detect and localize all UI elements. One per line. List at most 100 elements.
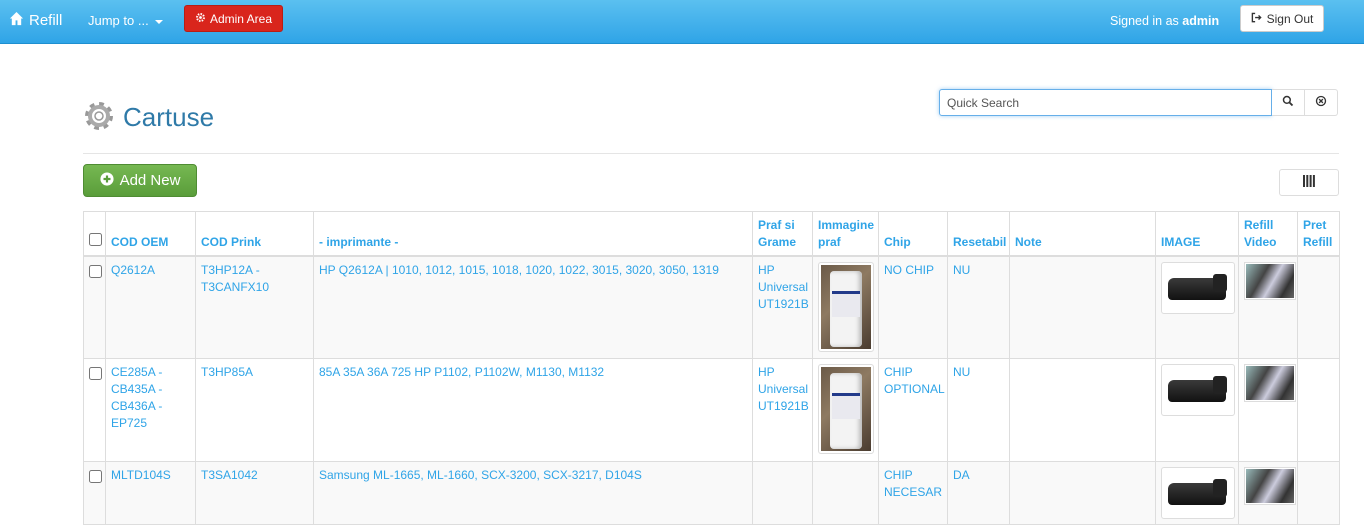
cell-text: HP — [758, 365, 775, 379]
resetabil-cell[interactable]: NU — [947, 255, 1010, 359]
header-immagine-praf[interactable]: Immagine praf — [812, 211, 879, 257]
toner-cartridge-image[interactable] — [1161, 364, 1235, 416]
header-imprimante[interactable]: - imprimante - — [313, 211, 753, 257]
row-select-cell — [83, 461, 106, 525]
header-pret-refill[interactable]: Pret Refill — [1297, 211, 1340, 257]
header-cod-oem[interactable]: COD OEM — [105, 211, 196, 257]
cod-prink-cell[interactable]: T3HP85A — [195, 358, 314, 462]
cod-oem-cell[interactable]: CE285A - CB435A - CB436A - EP725 — [105, 358, 196, 462]
praf-cell[interactable]: HP Universal UT1921B — [752, 255, 813, 359]
header-label: - imprimante - — [319, 234, 399, 249]
immagine-praf-cell[interactable] — [812, 461, 879, 525]
note-cell[interactable] — [1009, 461, 1156, 525]
header-label: Praf si — [758, 217, 795, 232]
praf-cell[interactable]: HP Universal UT1921B — [752, 358, 813, 462]
chip-cell[interactable]: NO CHIP — [878, 255, 948, 359]
cell-text: NO CHIP — [884, 262, 935, 277]
header-image[interactable]: IMAGE — [1155, 211, 1239, 257]
note-cell[interactable] — [1009, 358, 1156, 462]
caret-down-icon — [154, 19, 163, 24]
columns-toggle-button[interactable] — [1279, 169, 1339, 196]
select-all-checkbox[interactable] — [89, 232, 102, 246]
toner-cartridge-image[interactable] — [1161, 467, 1235, 519]
chip-cell[interactable]: CHIP NECESAR — [878, 461, 948, 525]
video-thumbnail[interactable] — [1244, 364, 1296, 402]
header-note[interactable]: Note — [1009, 211, 1156, 257]
brand-link[interactable]: Refill — [9, 11, 62, 30]
clear-search-button[interactable] — [1305, 89, 1338, 116]
image-cell[interactable] — [1155, 255, 1239, 359]
pret-refill-cell[interactable] — [1297, 255, 1340, 359]
sign-out-button[interactable]: Sign Out — [1240, 5, 1324, 32]
signed-in-prefix: Signed in as — [1110, 14, 1179, 28]
toner-cartridge-image[interactable] — [1161, 261, 1235, 314]
praf-cell[interactable] — [752, 461, 813, 525]
header-label: COD Prink — [201, 234, 262, 249]
page-header: Cartuse — [83, 100, 214, 135]
imprimante-cell[interactable]: Samsung ML-1665, ML-1660, SCX-3200, SCX-… — [313, 461, 753, 525]
cod-oem-cell[interactable]: Q2612A — [105, 255, 196, 359]
cod-oem-cell[interactable]: MLTD104S — [105, 461, 196, 525]
page-title: Cartuse — [123, 102, 215, 132]
header-cod-prink[interactable]: COD Prink — [195, 211, 314, 257]
header-label: Refill — [1303, 234, 1333, 249]
immagine-praf-cell[interactable] — [812, 255, 879, 359]
refill-video-cell[interactable] — [1238, 461, 1298, 525]
cartuse-table: COD OEM COD Prink - imprimante - Praf si… — [83, 211, 1340, 525]
imprimante-cell[interactable]: HP Q2612A | 1010, 1012, 1015, 1018, 1020… — [313, 255, 753, 359]
columns-icon — [1303, 175, 1315, 190]
search-button[interactable] — [1272, 89, 1305, 116]
header-refill-video[interactable]: Refill Video — [1238, 211, 1298, 257]
row-checkbox[interactable] — [89, 367, 102, 380]
jump-to-label: Jump to ... — [88, 13, 149, 28]
divider — [83, 153, 1339, 154]
add-new-button[interactable]: Add New — [83, 164, 197, 197]
row-select-cell — [83, 255, 106, 359]
resetabil-cell[interactable]: NU — [947, 358, 1010, 462]
pret-refill-cell[interactable] — [1297, 358, 1340, 462]
header-label: Pret — [1303, 217, 1327, 232]
cell-text: T3SA1042 — [201, 468, 258, 482]
brand-label: Refill — [29, 12, 63, 29]
cell-text: 85A 35A 36A 725 HP P1102, P1102W, M1130,… — [319, 365, 605, 379]
image-cell[interactable] — [1155, 358, 1239, 462]
imprimante-cell[interactable]: 85A 35A 36A 725 HP P1102, P1102W, M1130,… — [313, 358, 753, 462]
chip-cell[interactable]: CHIP OPTIONAL — [878, 358, 948, 462]
header-label: praf — [818, 234, 841, 249]
note-cell[interactable] — [1009, 255, 1156, 359]
header-resetabil[interactable]: Resetabil — [947, 211, 1010, 257]
pret-refill-cell[interactable] — [1297, 461, 1340, 525]
header-praf[interactable]: Praf si Grame — [752, 211, 813, 257]
cell-text: CE285A - — [111, 365, 163, 379]
header-chip[interactable]: Chip — [878, 211, 948, 257]
cell-text: CB436A - — [111, 399, 163, 413]
admin-area-button[interactable]: Admin Area — [184, 5, 283, 32]
search-input[interactable] — [939, 89, 1272, 116]
powder-bottle-image[interactable] — [818, 261, 874, 352]
video-thumbnail[interactable] — [1244, 261, 1296, 300]
cod-prink-cell[interactable]: T3HP12A - T3CANFX10 — [195, 255, 314, 359]
cod-prink-cell[interactable]: T3SA1042 — [195, 461, 314, 525]
home-icon — [9, 11, 24, 30]
header-label: Immagine — [818, 217, 875, 232]
resetabil-cell[interactable]: DA — [947, 461, 1010, 525]
header-label: COD OEM — [111, 234, 169, 249]
add-new-label: Add New — [119, 172, 181, 189]
cell-text: T3CANFX10 — [201, 279, 270, 294]
jump-to-dropdown[interactable]: Jump to ... — [88, 13, 163, 28]
image-cell[interactable] — [1155, 461, 1239, 525]
row-checkbox[interactable] — [89, 264, 102, 278]
immagine-praf-cell[interactable] — [812, 358, 879, 462]
refill-video-cell[interactable] — [1238, 358, 1298, 462]
cell-text: Universal — [758, 382, 809, 396]
cell-text: UT1921B — [758, 399, 809, 413]
video-thumbnail[interactable] — [1244, 467, 1296, 505]
powder-bottle-image[interactable] — [818, 364, 874, 454]
header-label: Resetabil — [953, 234, 1007, 249]
refill-video-cell[interactable] — [1238, 255, 1298, 359]
header-label: Note — [1015, 234, 1042, 249]
cell-text: NU — [953, 262, 971, 277]
cell-text: Universal — [758, 279, 809, 294]
row-checkbox[interactable] — [89, 470, 102, 483]
row-select-cell — [83, 358, 106, 462]
